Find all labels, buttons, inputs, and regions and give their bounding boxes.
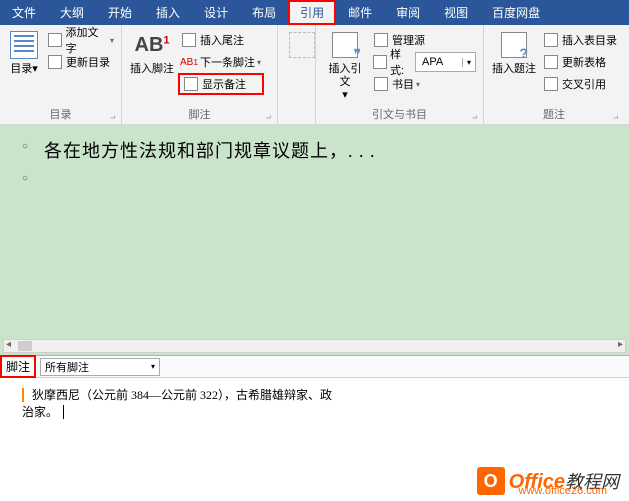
- manage-sources-button[interactable]: 管理源: [370, 29, 479, 51]
- menu-layout[interactable]: 布局: [240, 0, 288, 25]
- insert-citation-button[interactable]: 插入引文▾: [320, 27, 370, 105]
- citation-icon: [332, 32, 358, 58]
- group-label-footnote: 脚注: [126, 105, 273, 124]
- watermark: O Office教程网 www.office26.com: [477, 467, 619, 495]
- menu-bar: 文件 大纲 开始 插入 设计 布局 引用 邮件 审阅 视图 百度网盘: [0, 0, 629, 25]
- citation-style-combo[interactable]: APA ▾: [415, 52, 476, 72]
- menu-home[interactable]: 开始: [96, 0, 144, 25]
- watermark-url: www.office26.com: [519, 485, 607, 497]
- toc-icon: [10, 31, 38, 59]
- bullet-icon: ○: [22, 169, 44, 184]
- footnote-text[interactable]: 治家。: [22, 405, 58, 419]
- insert-endnote-button[interactable]: 插入尾注: [178, 29, 264, 51]
- menu-outline[interactable]: 大纲: [48, 0, 96, 25]
- document-area[interactable]: ○ 各在地方性法规和部门规章议题上，. . . ○: [0, 125, 629, 355]
- menu-insert[interactable]: 插入: [144, 0, 192, 25]
- menu-review[interactable]: 审阅: [384, 0, 432, 25]
- footnote-icon: AB1: [135, 34, 170, 57]
- unknown-icon: [289, 32, 315, 58]
- watermark-icon: O: [477, 467, 505, 495]
- crossref-button[interactable]: 交叉引用: [540, 73, 620, 95]
- footnote-marker: [22, 388, 29, 402]
- footnote-filter-combo[interactable]: 所有脚注 ▾: [40, 358, 160, 376]
- style-icon: [373, 54, 387, 70]
- menu-view[interactable]: 视图: [432, 0, 480, 25]
- update-toc-icon: [47, 54, 63, 70]
- insert-tof-button[interactable]: 插入表目录: [540, 29, 620, 51]
- crossref-icon: [543, 76, 559, 92]
- next-footnote-button[interactable]: AB1 下一条脚注▾: [178, 51, 264, 73]
- citation-style-row: 样式: APA ▾: [370, 51, 479, 73]
- horizontal-scrollbar[interactable]: [3, 339, 626, 353]
- show-notes-button[interactable]: 显示备注: [178, 73, 264, 95]
- group-unknown: x: [278, 25, 316, 124]
- insert-caption-button[interactable]: 插入题注: [488, 27, 540, 105]
- bibliography-icon: [373, 76, 389, 92]
- toc-button[interactable]: 目录▾: [4, 27, 44, 105]
- group-label-citations: 引文与书目: [320, 105, 479, 124]
- ribbon: 目录▾ 添加文字▾ 更新目录 目录 AB1 插入脚注: [0, 25, 629, 125]
- insert-footnote-button[interactable]: AB1 插入脚注: [126, 27, 178, 105]
- footnote-pane-title: 脚注: [0, 355, 36, 378]
- scroll-thumb[interactable]: [18, 341, 32, 351]
- group-label-caption: 题注: [488, 105, 620, 124]
- group-label-toc: 目录: [4, 105, 117, 124]
- menu-baidu[interactable]: 百度网盘: [480, 0, 552, 25]
- next-footnote-icon: AB1: [181, 54, 197, 70]
- show-notes-icon: [183, 76, 199, 92]
- document-text[interactable]: 各在地方性法规和部门规章议题上，. . .: [44, 137, 376, 163]
- bibliography-button[interactable]: 书目▾: [370, 73, 479, 95]
- menu-design[interactable]: 设计: [192, 0, 240, 25]
- chevron-down-icon: ▾: [462, 58, 475, 67]
- update-table-button[interactable]: 更新表格: [540, 51, 620, 73]
- caption-icon: [501, 32, 527, 58]
- group-toc: 目录▾ 添加文字▾ 更新目录 目录: [0, 25, 122, 124]
- bullet-icon: ○: [22, 137, 44, 152]
- group-footnote: AB1 插入脚注 插入尾注 AB1 下一条脚注▾ 显示备注 脚注: [122, 25, 278, 124]
- endnote-icon: [181, 32, 197, 48]
- add-text-icon: [47, 32, 62, 48]
- chevron-down-icon: ▾: [151, 362, 155, 371]
- update-toc-button[interactable]: 更新目录: [44, 51, 117, 73]
- footnote-text[interactable]: 狄摩西尼（公元前 384—公元前 322），古希腊雄辩家、政: [32, 388, 332, 402]
- menu-file[interactable]: 文件: [0, 0, 48, 25]
- group-caption: 插入题注 插入表目录 更新表格 交叉引用 题注: [484, 25, 624, 124]
- group-citations: 插入引文▾ 管理源 样式: APA ▾ 书目▾: [316, 25, 484, 124]
- text-cursor: [63, 405, 67, 419]
- footnote-body[interactable]: 狄摩西尼（公元前 384—公元前 322），古希腊雄辩家、政 治家。: [0, 378, 629, 438]
- update-table-icon: [543, 54, 559, 70]
- menu-mail[interactable]: 邮件: [336, 0, 384, 25]
- menu-references[interactable]: 引用: [288, 0, 336, 25]
- manage-sources-icon: [373, 32, 389, 48]
- footnote-pane-header: 脚注 所有脚注 ▾: [0, 356, 629, 378]
- footnote-pane: 脚注 所有脚注 ▾ 狄摩西尼（公元前 384—公元前 322），古希腊雄辩家、政…: [0, 355, 629, 438]
- add-text-button[interactable]: 添加文字▾: [44, 29, 117, 51]
- tof-icon: [543, 32, 559, 48]
